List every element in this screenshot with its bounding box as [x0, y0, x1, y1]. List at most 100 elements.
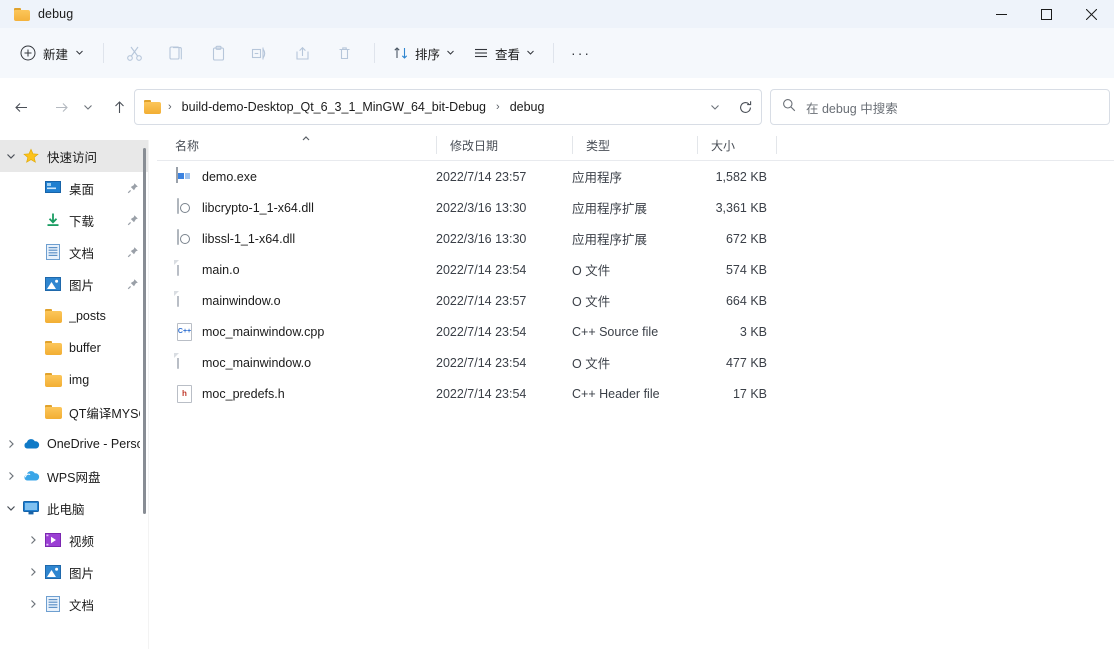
chevron-right-icon[interactable] — [0, 460, 22, 492]
paste-button[interactable] — [197, 37, 239, 69]
address-dropdown-button[interactable] — [701, 102, 729, 112]
file-name-cell: h moc_predefs.h — [175, 378, 285, 409]
window-title-group: debug — [14, 0, 73, 28]
up-button[interactable] — [102, 88, 136, 126]
column-header-name[interactable]: 名称 — [175, 130, 310, 160]
sort-button[interactable]: 排序 — [384, 37, 464, 69]
file-type-cell: C++ Header file — [572, 386, 660, 401]
sidebar-item-6[interactable]: buffer — [0, 332, 148, 364]
command-bar: 新建 排序 查看 ··· — [0, 28, 1114, 78]
chevron-right-icon[interactable] — [22, 588, 44, 620]
chevron-right-icon[interactable] — [22, 556, 44, 588]
table-row[interactable]: h moc_predefs.h 2022/7/14 23:54 C++ Header … — [157, 378, 1114, 409]
sidebar-item-7[interactable]: img — [0, 364, 148, 396]
chevron-right-icon[interactable] — [22, 524, 44, 556]
sidebar-item-10[interactable]: WPS网盘 — [0, 460, 148, 492]
sidebar-item-2[interactable]: 下载 — [0, 204, 148, 236]
column-header-date[interactable]: 修改日期 — [436, 130, 498, 160]
sidebar-item-13[interactable]: 图片 — [0, 556, 148, 588]
blank-file-icon — [175, 290, 193, 310]
sidebar-item-0[interactable]: 快速访问 — [0, 140, 148, 172]
breadcrumb-item-0[interactable]: build-demo-Desktop_Qt_6_3_1_MinGW_64_bit… — [179, 98, 489, 116]
document-icon — [44, 595, 62, 613]
sidebar-item-12[interactable]: 视频 — [0, 524, 148, 556]
refresh-button[interactable] — [729, 100, 761, 115]
sidebar-arrow-spacer — [22, 172, 44, 204]
sidebar-item-3[interactable]: 文档 — [0, 236, 148, 268]
file-name-label: moc_predefs.h — [202, 386, 285, 401]
delete-button[interactable] — [323, 37, 365, 69]
sidebar-item-4[interactable]: 图片 — [0, 268, 148, 300]
cut-button[interactable] — [113, 37, 155, 69]
file-date-cell: 2022/7/14 23:54 — [436, 262, 527, 277]
plus-circle-icon — [20, 45, 36, 61]
clipboard-icon — [212, 45, 224, 61]
more-options-button[interactable]: ··· — [563, 37, 599, 69]
sidebar-arrow-spacer — [22, 204, 44, 236]
pin-icon[interactable] — [127, 172, 139, 204]
sidebar-arrow-spacer — [22, 300, 44, 332]
new-button[interactable]: 新建 — [14, 37, 94, 69]
chevron-down-icon[interactable] — [0, 140, 22, 172]
address-bar[interactable]: › build-demo-Desktop_Qt_6_3_1_MinGW_64_b… — [134, 89, 762, 125]
file-size-cell: 1,582 KB — [715, 169, 767, 184]
table-row[interactable]: main.o 2022/7/14 23:54 O 文件 574 KB — [157, 254, 1114, 285]
file-name-label: mainwindow.o — [202, 293, 281, 308]
rename-button[interactable] — [239, 37, 281, 69]
table-row[interactable]: libcrypto-1_1-x64.dll 2022/3/16 13:30 应用程序… — [157, 192, 1114, 223]
sidebar-item-9[interactable]: OneDrive - Personal — [0, 428, 148, 460]
h-file-icon: h — [175, 384, 193, 403]
back-button[interactable] — [4, 88, 38, 126]
folder-icon — [144, 100, 161, 114]
file-name-label: moc_mainwindow.o — [202, 355, 312, 370]
breadcrumb-item-1[interactable]: debug — [507, 98, 548, 116]
recent-locations-button[interactable] — [76, 88, 100, 126]
file-date-cell: 2022/7/14 23:54 — [436, 324, 527, 339]
sidebar-arrow-spacer — [22, 268, 44, 300]
view-button-label: 查看 — [495, 47, 521, 62]
chevron-down-icon[interactable] — [0, 492, 22, 524]
file-name-cell: main.o — [175, 254, 240, 285]
scissors-icon — [126, 46, 142, 61]
sidebar-item-14[interactable]: 文档 — [0, 588, 148, 620]
file-size-cell: 574 KB — [725, 262, 767, 277]
view-button[interactable]: 查看 — [464, 37, 544, 69]
copy-button[interactable] — [155, 37, 197, 69]
sidebar-item-11[interactable]: 此电脑 — [0, 492, 148, 524]
table-row[interactable]: demo.exe 2022/7/14 23:57 应用程序 1,582 KB — [157, 161, 1114, 192]
table-row[interactable]: libssl-1_1-x64.dll 2022/3/16 13:30 应用程序扩展 6… — [157, 223, 1114, 254]
sidebar-item-1[interactable]: 桌面 — [0, 172, 148, 204]
file-type-cell: C++ Source file — [572, 324, 659, 339]
pin-icon[interactable] — [127, 268, 139, 300]
column-header-size[interactable]: 大小 — [697, 130, 735, 160]
file-date-cell: 2022/7/14 23:54 — [436, 386, 527, 401]
table-row[interactable]: C++ moc_mainwindow.cpp 2022/7/14 23:54 C++ … — [157, 316, 1114, 347]
search-input[interactable]: 在 debug 中搜索 — [806, 98, 898, 117]
share-button[interactable] — [281, 37, 323, 69]
pin-icon[interactable] — [127, 236, 139, 268]
sidebar-scrollbar-thumb[interactable] — [143, 148, 146, 514]
file-name-cell: C++ moc_mainwindow.cpp — [175, 316, 324, 347]
blank-file-icon — [175, 352, 193, 372]
column-header-end-divider — [776, 130, 777, 160]
sidebar-item-label: 图片 — [69, 278, 95, 293]
column-header-type[interactable]: 类型 — [572, 130, 610, 160]
file-name-label: main.o — [202, 262, 240, 277]
minimize-button[interactable] — [979, 0, 1024, 28]
table-row[interactable]: mainwindow.o 2022/7/14 23:57 O 文件 664 KB — [157, 285, 1114, 316]
sidebar-arrow-spacer — [22, 332, 44, 364]
title-bar: debug — [0, 0, 1114, 28]
sidebar-item-8[interactable]: QT编译MYSQL — [0, 396, 148, 428]
this-pc-icon — [22, 499, 40, 517]
pin-icon[interactable] — [127, 204, 139, 236]
close-button[interactable] — [1069, 0, 1114, 28]
chevron-down-icon — [711, 105, 719, 110]
sidebar-item-5[interactable]: _posts — [0, 300, 148, 332]
chevron-right-icon[interactable] — [0, 428, 22, 460]
table-row[interactable]: moc_mainwindow.o 2022/7/14 23:54 O 文件 477 K… — [157, 347, 1114, 378]
forward-button[interactable] — [44, 88, 78, 126]
share-icon — [295, 46, 309, 60]
file-name-cell: libcrypto-1_1-x64.dll — [175, 192, 314, 223]
maximize-button[interactable] — [1024, 0, 1069, 28]
search-box[interactable]: 在 debug 中搜索 — [770, 89, 1110, 125]
